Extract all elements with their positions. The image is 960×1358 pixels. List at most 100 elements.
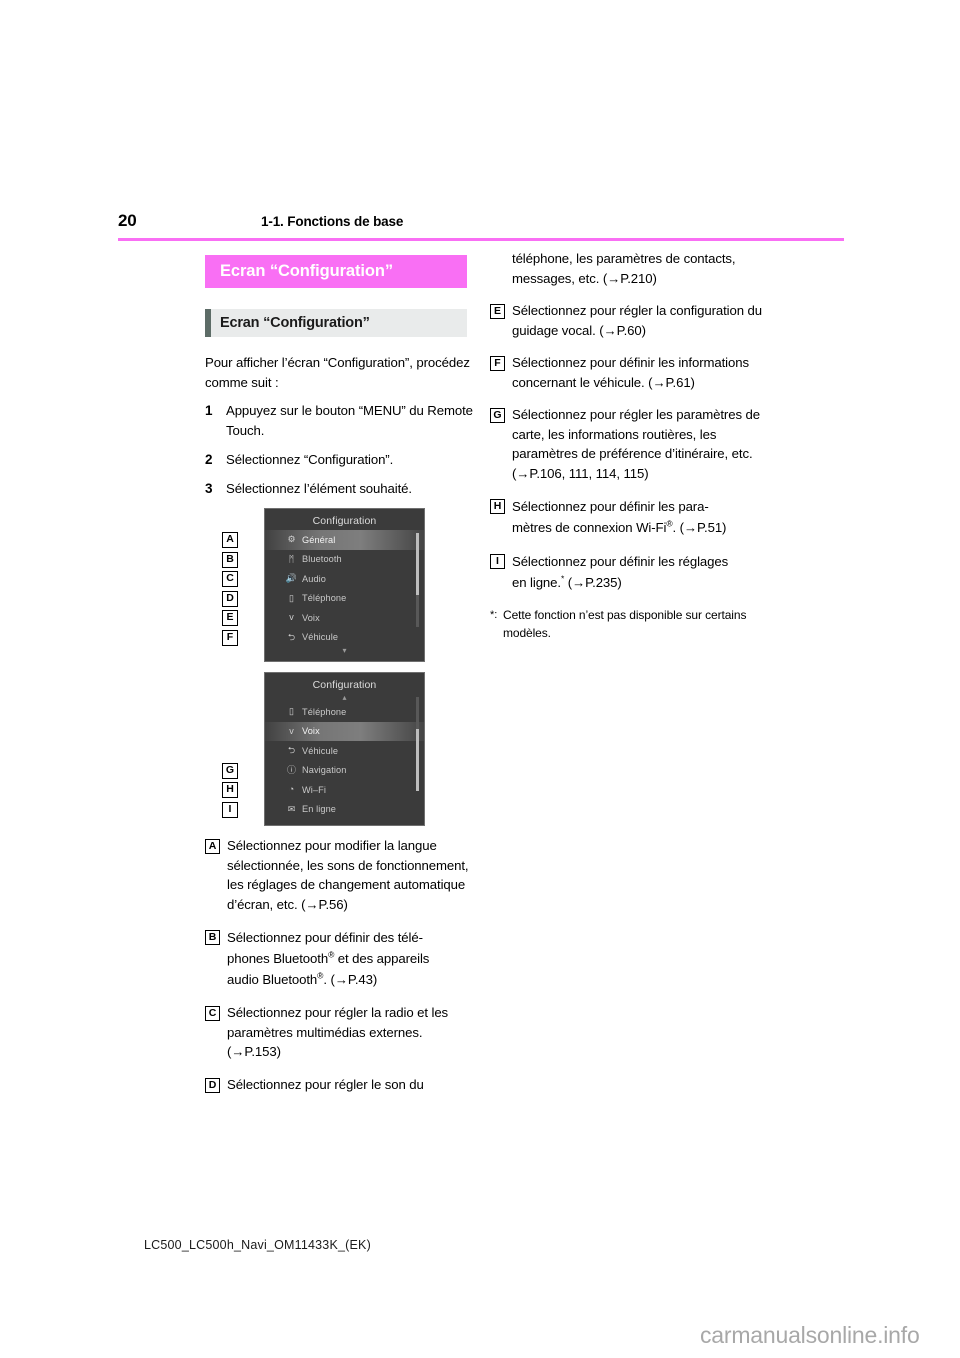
menu-item-audio[interactable]: C 🔊 Audio xyxy=(222,569,424,589)
callout-badge: C xyxy=(205,1006,220,1021)
callout-g: G Sélectionnez pour régler les paramètre… xyxy=(490,405,762,483)
callout-h: H Sélectionnez pour définir les para- mè… xyxy=(490,496,762,538)
callout-i: I Sélectionnez pour définir les réglages… xyxy=(490,551,762,593)
callout-badge: I xyxy=(490,554,505,569)
footnote: *: Cette fonction n’est pas disponible s… xyxy=(490,606,762,642)
scrollbar[interactable] xyxy=(416,697,419,791)
callout-text: Sélectionnez pour définir les informatio… xyxy=(512,355,749,390)
callout-badge: E xyxy=(490,304,505,319)
configuration-screen-1: Configuration A ⚙ Général B ᛗ Bluetooth … xyxy=(222,508,425,662)
page-header: 20 1-1. Fonctions de base xyxy=(118,211,844,237)
menu-item-label: Audio xyxy=(302,573,326,584)
step-item: 2 Sélectionnez “Configuration”. xyxy=(205,450,477,470)
vehicle-icon: ⮌ xyxy=(287,745,296,756)
chevron-up-icon[interactable]: ▴ xyxy=(265,694,424,702)
callout-tag-a: A xyxy=(222,532,238,548)
menu-item-bluetooth[interactable]: B ᛗ Bluetooth xyxy=(222,550,424,570)
menu-item-vehicule[interactable]: F ⮌ Véhicule xyxy=(222,628,424,648)
chevron-down-icon[interactable]: ▾ xyxy=(265,647,424,655)
callout-badge: B xyxy=(205,930,220,945)
callout-tag-b: B xyxy=(222,551,238,568)
callout-d-continuation: téléphone, les paramètres de contacts, m… xyxy=(490,249,762,288)
scrollbar[interactable] xyxy=(416,533,419,627)
speaker-icon: 🔊 xyxy=(285,573,298,584)
callout-tag-g: G xyxy=(222,762,238,779)
menu-item-label: Navigation xyxy=(302,765,347,776)
step-number: 1 xyxy=(205,403,213,418)
step-number: 3 xyxy=(205,481,213,496)
callout-b: B Sélectionnez pour définir des télé- ph… xyxy=(205,927,477,990)
callout-b-line3-post: . (→P.43) xyxy=(323,972,378,987)
callout-text: Sélectionnez pour définir les réglages e… xyxy=(512,551,762,593)
callout-b-line1: Sélectionnez pour définir des télé- xyxy=(227,930,423,945)
footnote-text: Cette fonction n’est pas disponible sur … xyxy=(503,608,747,640)
callout-f: F Sélectionnez pour définir les informat… xyxy=(490,353,762,392)
step-item: 1 Appuyez sur le bouton “MENU” du Remote… xyxy=(205,401,477,441)
sub-heading: Ecran “Configuration” xyxy=(205,309,467,337)
page-number: 20 xyxy=(118,211,137,230)
menu-item-label: En ligne xyxy=(302,804,337,815)
callout-b-line3-pre: audio Bluetooth xyxy=(227,972,318,987)
menu-item-en-ligne[interactable]: I ✉ En ligne xyxy=(222,800,424,820)
step-text: Sélectionnez l’élément souhaité. xyxy=(226,481,412,496)
step-item: 3 Sélectionnez l’élément souhaité. xyxy=(205,479,477,499)
menu-item-telephone[interactable]: ▯ Téléphone xyxy=(265,702,424,722)
callout-h-line2-post: . (→P.51) xyxy=(672,520,727,535)
menu-item-vehicule[interactable]: ⮌ Véhicule xyxy=(265,741,424,761)
menu-item-voix[interactable]: E ᴠ Voix xyxy=(222,608,424,628)
page-title: 1-1. Fonctions de base xyxy=(261,214,404,229)
navigation-icon: ⓘ xyxy=(286,764,296,775)
footnote-marker: *: xyxy=(490,609,498,621)
step-text: Appuyez sur le bouton “MENU” du Remote T… xyxy=(226,403,473,438)
callout-tag-d: D xyxy=(222,590,238,607)
callout-b-line2-pre: phones Bluetooth xyxy=(227,951,329,966)
callout-b-line2-post: et des appareils xyxy=(334,951,430,966)
left-column: Ecran “Configuration” Ecran “Configurati… xyxy=(205,255,477,1107)
callout-text: Sélectionnez pour définir des télé- phon… xyxy=(227,927,477,990)
vehicle-icon: ⮌ xyxy=(287,631,296,642)
right-column: téléphone, les paramètres de contacts, m… xyxy=(490,249,762,642)
menu-item-voix[interactable]: ᴠ Voix xyxy=(265,721,424,741)
callout-tag-f: F xyxy=(222,629,238,646)
menu-item-navigation[interactable]: G ⓘ Navigation xyxy=(222,761,424,781)
menu-item-general[interactable]: A ⚙ Général xyxy=(222,530,424,550)
bluetooth-icon: ᛗ xyxy=(288,553,295,564)
callout-e: E Sélectionnez pour régler la configurat… xyxy=(490,301,762,340)
section-banner: Ecran “Configuration” xyxy=(205,255,467,288)
callout-tag-e: E xyxy=(222,610,238,626)
section-banner-label: Ecran “Configuration” xyxy=(220,262,393,280)
callout-d: D Sélectionnez pour régler le son du xyxy=(205,1075,477,1095)
menu-item-wifi[interactable]: H ◔ Wi–Fi xyxy=(222,780,424,800)
scrollbar-thumb[interactable] xyxy=(416,729,419,791)
callout-badge: D xyxy=(205,1077,220,1093)
callout-tag-h: H xyxy=(222,782,238,798)
menu-item-label: Général xyxy=(302,534,336,545)
watermark: carmanualsonline.info xyxy=(700,1322,920,1348)
callout-h-line2-pre: mètres de connexion Wi-Fi xyxy=(512,520,667,535)
voice-icon: ᴠ xyxy=(289,612,294,623)
menu-item-label: Téléphone xyxy=(302,593,347,604)
callout-tag-i: I xyxy=(222,801,238,818)
callout-text: téléphone, les paramètres de contacts, m… xyxy=(512,251,736,286)
menu-item-label: Voix xyxy=(302,612,320,623)
callout-badge-empty xyxy=(490,252,505,267)
scrollbar-thumb[interactable] xyxy=(416,533,419,595)
callout-i-line1: Sélectionnez pour définir les réglages xyxy=(512,554,729,569)
intro-paragraph: Pour afficher l’écran “Configuration”, p… xyxy=(205,355,470,390)
menu-item-label: Voix xyxy=(302,726,320,737)
menu-item-telephone[interactable]: D ▯ Téléphone xyxy=(222,589,424,609)
phone-icon: ▯ xyxy=(289,706,294,717)
callout-h-line1: Sélectionnez pour définir les para- xyxy=(512,499,709,514)
callout-badge: A xyxy=(205,839,220,854)
menu-item-label: Wi–Fi xyxy=(302,784,326,795)
callout-text: Sélectionnez pour régler la configuratio… xyxy=(512,303,762,338)
screen-menu-list: A ⚙ Général B ᛗ Bluetooth C 🔊 Audio D ▯ … xyxy=(222,530,424,648)
menu-item-label: Véhicule xyxy=(302,745,339,756)
callout-text: Sélectionnez pour régler la radio et les… xyxy=(227,1005,449,1059)
gear-icon: ⚙ xyxy=(287,534,296,545)
wifi-icon: ◔ xyxy=(288,784,295,795)
screen-menu-list: ▯ Téléphone ᴠ Voix ⮌ Véhicule G ⓘ Naviga… xyxy=(222,702,424,820)
callout-text: Sélectionnez pour définir les para- mètr… xyxy=(512,496,762,538)
callout-a: A Sélectionnez pour modifier la langue s… xyxy=(205,836,477,914)
header-divider xyxy=(118,238,844,241)
